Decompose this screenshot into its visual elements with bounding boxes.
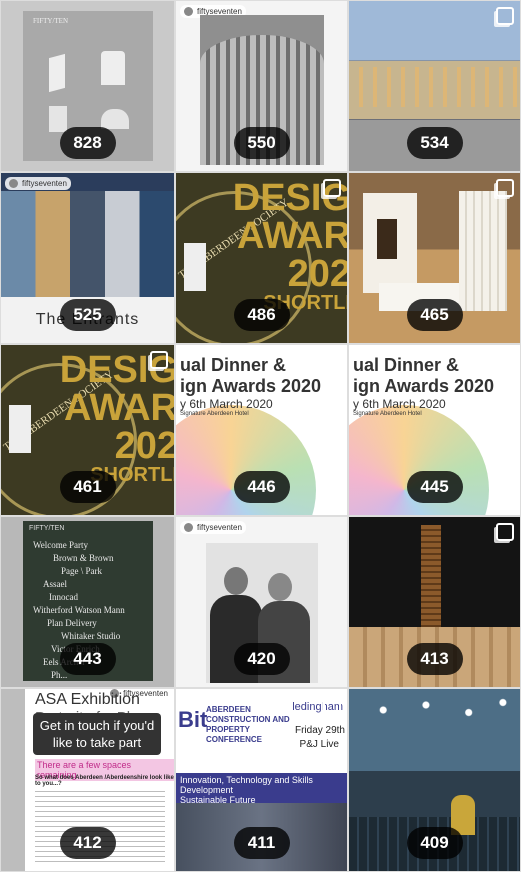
avatar [9, 179, 18, 188]
event-title: ual Dinner & ign Awards 2020 y 6th March… [180, 355, 322, 417]
tower-icon [9, 405, 31, 453]
post-tile[interactable]: Bit ABERDEEN CONSTRUCTION AND PROPERTY C… [175, 688, 348, 872]
post-grid: FIFTY/TEN 828 fiftyseventen 550 534 fift… [0, 0, 521, 872]
account-tag: fiftyseventen [5, 177, 71, 190]
post-tile[interactable]: fiftyseventen 420 [175, 516, 348, 688]
poster-title: DESIG AWAR 202 SHORTLI [232, 177, 348, 314]
like-count: 445 [406, 471, 463, 503]
like-count: 461 [59, 471, 116, 503]
like-count: 413 [406, 643, 463, 675]
story-bubble: Get in touch if you'd like to take part [33, 713, 161, 755]
tower-icon [184, 243, 206, 291]
like-count: 409 [406, 827, 463, 859]
post-tile[interactable]: 465 [348, 172, 521, 344]
multiple-images-icon [323, 179, 341, 197]
post-tile[interactable]: fiftyseventen The Entrants 525 [0, 172, 175, 344]
account-tag: fiftyseventen [180, 521, 246, 534]
post-tile[interactable]: ual Dinner & ign Awards 2020 y 6th March… [175, 344, 348, 516]
like-count: 411 [233, 827, 290, 859]
multiple-images-icon [323, 695, 341, 713]
post-tile[interactable]: FIFTY/TEN Welcome Party Brown & Brown Pa… [0, 516, 175, 688]
like-count: 828 [59, 127, 116, 159]
multiple-images-icon [496, 7, 514, 25]
like-count: 420 [233, 643, 290, 675]
photo-collage [1, 191, 174, 301]
post-tile[interactable]: 409 [348, 688, 521, 872]
post-tile[interactable]: THE ABERDEEN SOCIETY DESIG AWAR 202 SHOR… [175, 172, 348, 344]
like-count: 443 [59, 643, 116, 675]
post-tile[interactable]: FIFTY/TEN 828 [0, 0, 175, 172]
like-count: 486 [233, 299, 290, 331]
post-tile[interactable]: fiftyseventen ASA Exhibition Portrait of… [0, 688, 175, 872]
like-count: 412 [59, 827, 116, 859]
multiple-images-icon [150, 351, 168, 369]
event-title: ual Dinner & ign Awards 2020 y 6th March… [353, 355, 495, 417]
like-count: 534 [406, 127, 463, 159]
post-tile[interactable]: 534 [348, 0, 521, 172]
multiple-images-icon [496, 179, 514, 197]
avatar [184, 523, 193, 532]
like-count: 465 [406, 299, 463, 331]
post-tile[interactable]: fiftyseventen 550 [175, 0, 348, 172]
like-count: 550 [233, 127, 290, 159]
post-tile[interactable]: THE ABERDEEN SOCIETY DESIG AWAR 202 SHOR… [0, 344, 175, 516]
post-tile[interactable]: ual Dinner & ign Awards 2020 y 6th March… [348, 344, 521, 516]
like-count: 525 [59, 299, 116, 331]
post-tile[interactable]: 413 [348, 516, 521, 688]
multiple-images-icon [496, 523, 514, 541]
ceiling-lights [349, 695, 520, 745]
like-count: 446 [233, 471, 290, 503]
conference-banner: Innovation, Technology and Skills Develo… [176, 773, 347, 805]
poster-title: DESIG AWAR 202 SHORTLI [59, 349, 175, 486]
logo-mark: Bit [178, 707, 208, 732]
avatar [184, 7, 193, 16]
